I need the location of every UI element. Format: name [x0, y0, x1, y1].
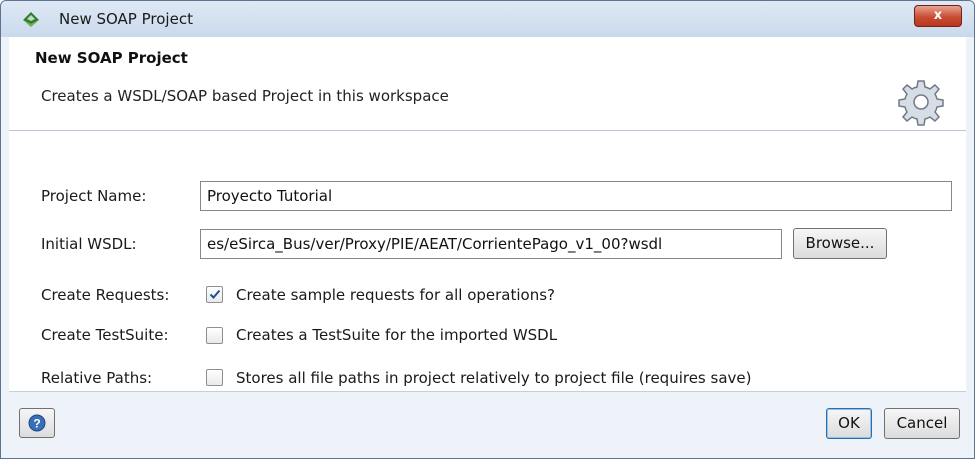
close-button[interactable]: x	[914, 5, 962, 27]
create-requests-checkbox[interactable]	[206, 286, 223, 303]
help-icon: ?	[28, 414, 46, 432]
header-panel: New SOAP Project Creates a WSDL/SOAP bas…	[9, 37, 966, 131]
relative-paths-label: Relative Paths:	[41, 369, 153, 387]
create-testsuite-checkbox[interactable]	[206, 327, 223, 344]
form-panel: Project Name: Proyecto Tutorial Initial …	[9, 131, 966, 391]
relative-paths-text: Stores all file paths in project relativ…	[236, 369, 752, 387]
create-testsuite-label: Create TestSuite:	[41, 326, 169, 344]
header-title: New SOAP Project	[35, 49, 188, 67]
cancel-button[interactable]: Cancel	[884, 408, 960, 439]
checkmark-icon	[209, 289, 221, 299]
initial-wsdl-input[interactable]: es/eSirca_Bus/ver/Proxy/PIE/AEAT/Corrien…	[200, 229, 782, 259]
gear-icon	[898, 80, 944, 126]
relative-paths-checkbox[interactable]	[206, 369, 223, 386]
svg-text:?: ?	[33, 417, 40, 431]
create-testsuite-text: Creates a TestSuite for the imported WSD…	[236, 326, 558, 344]
project-name-label: Project Name:	[41, 187, 147, 205]
dialog-window: New SOAP Project x New SOAP Project Crea…	[0, 0, 975, 459]
create-requests-text: Create sample requests for all operation…	[236, 286, 555, 304]
soapui-icon	[23, 12, 39, 27]
create-requests-label: Create Requests:	[41, 286, 170, 304]
initial-wsdl-label: Initial WSDL:	[41, 235, 137, 253]
browse-button[interactable]: Browse...	[793, 228, 887, 259]
title-bar[interactable]: New SOAP Project x	[1, 1, 974, 37]
project-name-input[interactable]: Proyecto Tutorial	[200, 181, 952, 211]
window-title: New SOAP Project	[59, 10, 193, 28]
close-icon: x	[933, 8, 943, 23]
ok-button[interactable]: OK	[826, 408, 872, 439]
help-button[interactable]: ?	[19, 408, 55, 438]
dialog-footer: ? OK Cancel	[9, 391, 966, 457]
header-description: Creates a WSDL/SOAP based Project in thi…	[41, 87, 449, 105]
